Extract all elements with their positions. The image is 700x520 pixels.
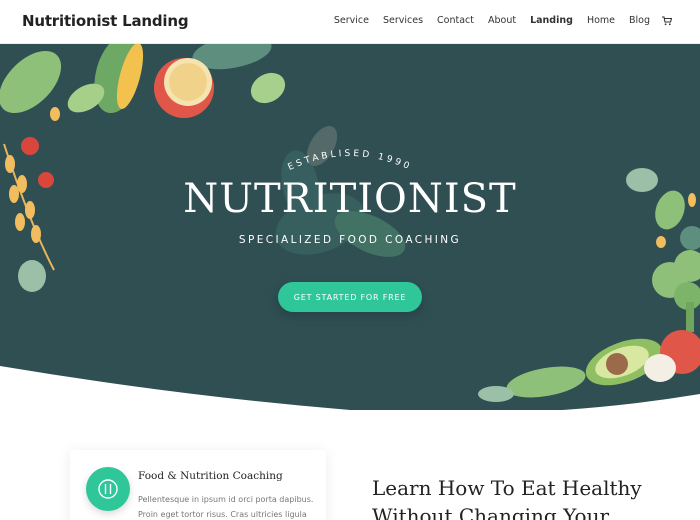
feature-card-text: Pellentesque in ipsum id orci porta dapi… <box>138 495 314 519</box>
nav-landing[interactable]: Landing <box>530 15 573 26</box>
cutlery-icon <box>98 479 118 499</box>
nav-services[interactable]: Services <box>383 15 423 26</box>
cart-icon[interactable] <box>662 15 672 26</box>
hero-subtitle: SPECIALIZED FOOD COACHING <box>238 234 462 246</box>
nav-service[interactable]: Service <box>334 15 369 26</box>
site-logo[interactable]: Nutritionist Landing <box>22 12 189 30</box>
feature-card-title: Food & Nutrition Coaching <box>138 470 283 482</box>
section-heading-line-1: Learn How To Eat Healthy <box>372 476 642 500</box>
nav-blog[interactable]: Blog <box>629 15 650 26</box>
hero-section: ESTABLISED 1990 NUTRITIONIST SPECIALIZED… <box>0 44 700 410</box>
feature-card: Food & Nutrition Coaching Pellentesque i… <box>70 450 326 520</box>
section-heading-line-2: Without Changing Your <box>372 504 610 520</box>
hero-background <box>0 44 700 410</box>
nav-about[interactable]: About <box>488 15 516 26</box>
site-header: Nutritionist Landing Service Services Co… <box>0 0 700 44</box>
svg-text:ESTABLISED 1990: ESTABLISED 1990 <box>287 149 414 173</box>
hero-title: NUTRITIONIST <box>183 176 517 222</box>
feature-icon-circle <box>86 467 130 511</box>
nav-contact[interactable]: Contact <box>437 15 474 26</box>
established-badge: ESTABLISED 1990 <box>287 149 414 173</box>
section-heading: Learn How To Eat Healthy Without Changin… <box>372 474 672 520</box>
nav-home[interactable]: Home <box>587 15 615 26</box>
main-nav: Service Services Contact About Landing H… <box>320 15 672 26</box>
established-text: ESTABLISED 1990 <box>287 149 411 173</box>
get-started-button[interactable]: GET STARTED FOR FREE <box>278 282 422 312</box>
